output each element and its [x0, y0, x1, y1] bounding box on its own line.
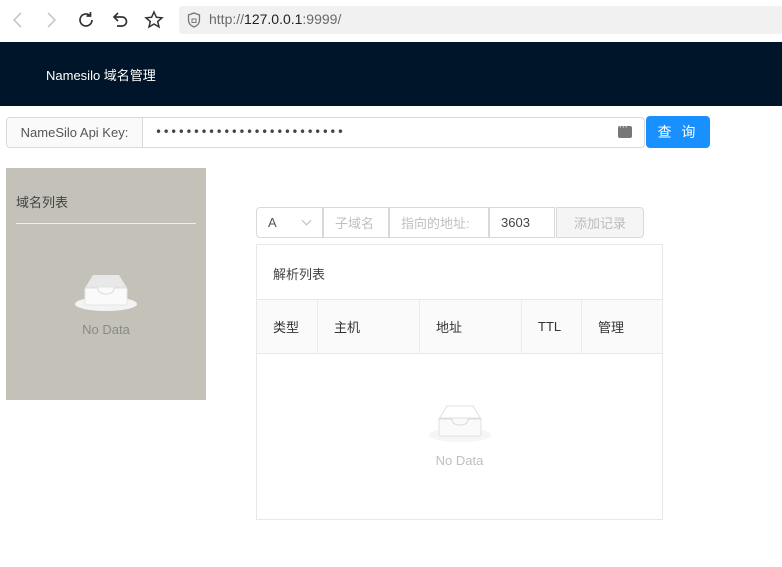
app-header: Namesilo 域名管理: [0, 42, 782, 106]
undo-icon[interactable]: [109, 9, 131, 31]
query-button[interactable]: 查 询: [646, 116, 710, 148]
reload-icon[interactable]: [75, 9, 97, 31]
url-host: 127.0.0.1: [244, 11, 303, 27]
records-title: 解析列表: [273, 268, 326, 283]
column-header-type: 类型: [257, 300, 318, 353]
ttl-input[interactable]: 3603: [489, 207, 555, 238]
column-header-ttl: TTL: [522, 300, 582, 353]
star-icon[interactable]: [143, 9, 165, 31]
api-key-masked-value: •••••••••••••••••••••••••: [155, 125, 345, 139]
domain-list-title: 域名列表: [16, 196, 69, 211]
chevron-down-icon: [301, 215, 312, 226]
api-key-label: NameSilo Api Key:: [7, 118, 143, 147]
app-title: Namesilo 域名管理: [46, 68, 156, 83]
shield-icon: [187, 12, 201, 32]
column-header-manage: 管理: [598, 320, 625, 335]
subdomain-input[interactable]: 子域名: [323, 207, 389, 238]
add-record-button[interactable]: 添加记录: [556, 207, 644, 238]
password-reveal-icon[interactable]: [618, 123, 632, 138]
forward-icon[interactable]: [41, 9, 63, 31]
column-header-address: 地址: [420, 300, 522, 353]
url-port-path: :9999/: [302, 11, 342, 27]
address-input[interactable]: 指向的地址:: [389, 207, 489, 238]
records-empty: No Data: [257, 401, 662, 468]
record-type-select[interactable]: A: [256, 207, 323, 238]
empty-text: No Data: [82, 322, 130, 337]
url-text: http://127.0.0.1:9999/: [209, 11, 341, 27]
domain-list-card: 域名列表 No Data: [6, 168, 206, 400]
api-key-input-group: NameSilo Api Key: ••••••••••••••••••••••…: [6, 117, 645, 148]
browser-toolbar: http://127.0.0.1:9999/: [0, 0, 782, 42]
empty-inbox-icon: [428, 401, 492, 447]
back-icon[interactable]: [6, 9, 28, 31]
divider: [16, 223, 196, 224]
column-header-host: 主机: [318, 300, 420, 353]
records-card: 解析列表 类型 主机 地址 TTL 管理 No Data: [256, 244, 663, 520]
empty-text: No Data: [435, 453, 484, 468]
url-scheme: http://: [209, 11, 245, 27]
api-key-field[interactable]: •••••••••••••••••••••••••: [143, 118, 644, 147]
empty-inbox-icon: [74, 270, 138, 316]
record-type-value: A: [268, 215, 277, 230]
table-header: 类型 主机 地址 TTL 管理: [257, 299, 662, 354]
domain-list-empty: No Data: [6, 270, 206, 337]
address-bar[interactable]: http://127.0.0.1:9999/: [179, 6, 782, 34]
